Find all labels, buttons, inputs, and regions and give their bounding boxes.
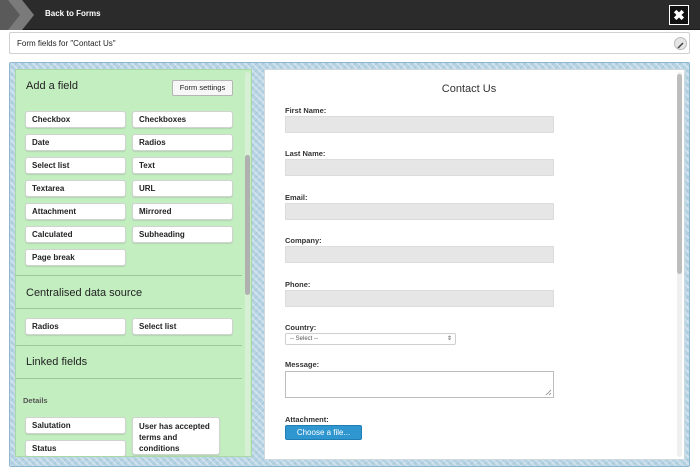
left-panel-scroll-thumb[interactable] — [245, 155, 250, 295]
add-central-select-list-button[interactable]: Select list — [132, 318, 233, 335]
attachment-label: Attachment: — [285, 415, 329, 424]
phone-label: Phone: — [285, 280, 311, 289]
form-fields-title: Form fields for "Contact Us" — [17, 39, 116, 48]
select-arrows-icon: ⇕ — [446, 336, 452, 342]
add-page-break-button[interactable]: Page break — [25, 249, 126, 266]
section-divider — [16, 275, 242, 276]
add-a-field-header: Add a field — [26, 80, 78, 92]
form-preview-panel: Contact Us First Name: Last Name: Email:… — [264, 69, 685, 460]
message-textarea[interactable] — [285, 371, 554, 398]
section-divider — [16, 345, 242, 346]
add-salutation-button[interactable]: Salutation — [25, 417, 126, 434]
form-preview-scroll-thumb[interactable] — [677, 74, 682, 274]
centralised-data-source-header: Centralised data source — [26, 287, 143, 299]
message-label: Message: — [285, 360, 320, 369]
add-checkbox-button[interactable]: Checkbox — [25, 111, 126, 128]
close-button[interactable]: ✖ — [669, 5, 689, 25]
add-radios-button[interactable]: Radios — [132, 134, 233, 151]
add-calculated-button[interactable]: Calculated — [25, 226, 126, 243]
country-select-value: -- Select -- — [290, 336, 319, 342]
details-label: Details — [23, 396, 48, 405]
last-name-input[interactable] — [285, 159, 554, 176]
section-divider — [16, 378, 242, 379]
add-subheading-button[interactable]: Subheading — [132, 226, 233, 243]
email-label: Email: — [285, 193, 308, 202]
first-name-input[interactable] — [285, 116, 554, 133]
last-name-label: Last Name: — [285, 149, 326, 158]
company-label: Company: — [285, 236, 322, 245]
form-settings-button[interactable]: Form settings — [172, 80, 233, 96]
add-checkboxes-button[interactable]: Checkboxes — [132, 111, 233, 128]
add-field-panel: Add a field Form settings Checkbox Check… — [15, 69, 252, 457]
form-fields-header: Form fields for "Contact Us" — [9, 32, 690, 54]
add-central-radios-button[interactable]: Radios — [25, 318, 126, 335]
add-attachment-button[interactable]: Attachment — [25, 203, 126, 220]
form-title: Contact Us — [441, 83, 497, 95]
choose-file-button[interactable]: Choose a file... — [285, 425, 362, 440]
country-label: Country: — [285, 323, 317, 332]
phone-input[interactable] — [285, 290, 554, 307]
company-input[interactable] — [285, 246, 554, 263]
linked-fields-header: Linked fields — [26, 356, 88, 368]
add-terms-accepted-button[interactable]: User has accepted terms and conditions — [132, 417, 220, 455]
add-select-list-button[interactable]: Select list — [25, 157, 126, 174]
email-input[interactable] — [285, 203, 554, 220]
add-text-button[interactable]: Text — [132, 157, 233, 174]
top-bar: Back to Forms ✖ — [0, 0, 700, 30]
back-chevron-icon[interactable] — [0, 0, 40, 30]
add-status-button[interactable]: Status — [25, 440, 126, 456]
add-date-button[interactable]: Date — [25, 134, 126, 151]
country-select[interactable]: -- Select -- ⇕ — [285, 333, 456, 345]
first-name-label: First Name: — [285, 106, 327, 115]
resize-handle-icon — [545, 389, 552, 396]
section-divider — [16, 308, 242, 309]
add-mirrored-button[interactable]: Mirrored — [132, 203, 233, 220]
add-url-button[interactable]: URL — [132, 180, 233, 197]
add-textarea-button[interactable]: Textarea — [25, 180, 126, 197]
back-to-forms-link[interactable]: Back to Forms — [45, 9, 101, 18]
pencil-icon[interactable] — [674, 37, 687, 50]
